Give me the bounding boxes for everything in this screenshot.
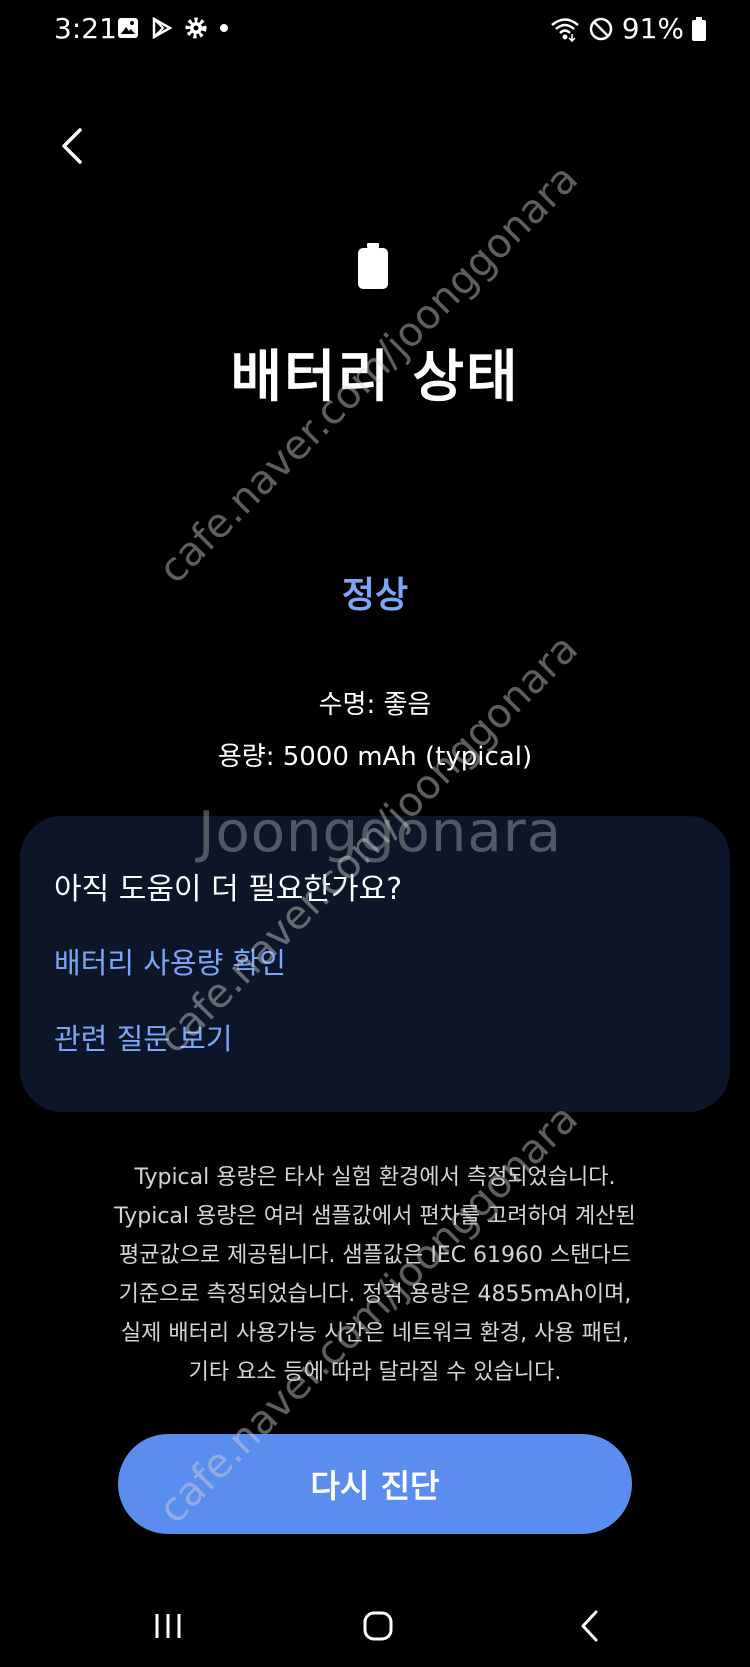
footnote-line: Typical 용량은 여러 샘플값에서 편차를 고려하여 계산된 bbox=[114, 1204, 636, 1229]
footnote-line: Typical 용량은 타사 실험 환경에서 측정되었습니다. bbox=[134, 1165, 616, 1190]
status-time: 3:21 bbox=[54, 12, 117, 45]
battery-usage-link[interactable]: 배터리 사용량 확인 bbox=[54, 940, 286, 982]
gallery-icon bbox=[118, 18, 138, 38]
back-button[interactable] bbox=[52, 118, 92, 174]
page-title: 배터리 상태 bbox=[230, 345, 520, 410]
home-icon bbox=[363, 1611, 393, 1641]
help-title: 아직 도움이 더 필요한가요? bbox=[54, 872, 403, 907]
battery-capacity: 용량: 5000 mAh (typical) bbox=[217, 742, 533, 772]
battery-status: 정상 bbox=[341, 575, 409, 616]
back-icon bbox=[581, 1610, 598, 1642]
do-not-disturb-icon bbox=[589, 17, 613, 40]
status-left-icons bbox=[116, 16, 230, 40]
battery-hero-icon bbox=[358, 243, 388, 289]
capacity-footnote: Typical 용량은 타사 실험 환경에서 측정되었습니다. Typical … bbox=[60, 1158, 690, 1392]
footnote-line: 기준으로 측정되었습니다. 정격 용량은 4855mAh이며, bbox=[118, 1282, 632, 1307]
battery-percent: 91% bbox=[621, 12, 684, 45]
dot-icon bbox=[220, 24, 228, 32]
play-store-icon bbox=[152, 16, 173, 40]
related-questions-link[interactable]: 관련 질문 보기 bbox=[54, 1016, 233, 1058]
recent-apps-button[interactable] bbox=[148, 1606, 188, 1646]
help-card: 아직 도움이 더 필요한가요? 배터리 사용량 확인 관련 질문 보기 bbox=[20, 816, 730, 1112]
nav-back-button[interactable] bbox=[574, 1606, 604, 1646]
battery-lifespan: 수명: 좋음 bbox=[318, 690, 432, 720]
status-right-icons: 91% bbox=[550, 12, 706, 45]
home-button[interactable] bbox=[358, 1606, 398, 1646]
footnote-line: 평균값으로 제공됩니다. 샘플값은 IEC 61960 스탠다드 bbox=[118, 1243, 631, 1268]
footnote-line: 실제 배터리 사용가능 시간은 네트워크 환경, 사용 패턴, bbox=[120, 1321, 630, 1346]
wifi-icon bbox=[550, 17, 579, 42]
diagnose-again-button[interactable]: 다시 진단 bbox=[118, 1434, 632, 1534]
settings-gear-icon bbox=[185, 17, 207, 39]
recent-apps-icon bbox=[155, 1614, 181, 1638]
chevron-left-icon bbox=[62, 128, 82, 164]
battery-icon bbox=[692, 16, 706, 41]
navigation-bar bbox=[0, 1590, 750, 1667]
status-bar: 3:21 91% bbox=[0, 0, 750, 62]
footnote-line: 기타 요소 등에 따라 달라질 수 있습니다. bbox=[188, 1360, 562, 1385]
